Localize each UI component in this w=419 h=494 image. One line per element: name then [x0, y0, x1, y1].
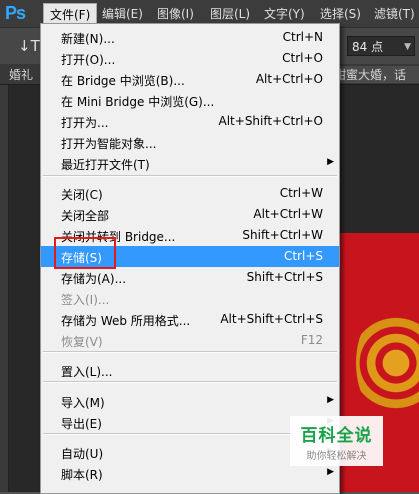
chevron-down-icon: ▼ [404, 42, 411, 52]
menu-item-shortcut: Shift+Ctrl+S [246, 270, 323, 284]
menu-item-label: 自动(U) [61, 447, 104, 461]
menu-item-shortcut: F12 [300, 333, 323, 347]
menu-item-shortcut: Alt+Shift+Ctrl+S [220, 312, 323, 326]
menu-item-label: 打开为智能对象... [61, 137, 157, 151]
menu-item-label: 导入(M) [61, 396, 105, 410]
watermark: 百科全说 助你轻松解决 [290, 416, 383, 466]
font-size-select[interactable]: 84 点 ▼ [347, 36, 415, 56]
menu-item-label: 打开为... [61, 116, 109, 130]
menu-layer[interactable]: 图层(L) [210, 5, 250, 22]
menu-item[interactable]: 在 Bridge 中浏览(B)... Alt+Ctrl+O [41, 69, 339, 90]
menu-item-shortcut: Ctrl+W [279, 186, 323, 200]
document-tab-left[interactable]: 婚礼 [9, 66, 33, 83]
photoshop-logo: Ps [5, 3, 26, 23]
menu-item-label: 存储为 Web 所用格式... [61, 314, 191, 328]
menu-item[interactable]: 导入(M) ▶ [41, 391, 339, 412]
submenu-arrow-icon: ▶ [327, 395, 334, 405]
papercut-ornament [356, 303, 419, 423]
menu-item-shortcut: Alt+Shift+Ctrl+O [218, 114, 323, 128]
menu-item-shortcut: Alt+Ctrl+O [255, 72, 323, 86]
menu-item[interactable]: 打开为... Alt+Shift+Ctrl+O [41, 111, 339, 132]
menu-item-shortcut: Ctrl+N [282, 30, 323, 44]
menu-item-label: 打开(O)... [61, 53, 116, 67]
document-tab-active[interactable]: 甜蜜大婚，话 [330, 66, 419, 83]
menu-item-label: 签入(I)... [61, 293, 110, 307]
menu-item[interactable]: 打开(O)... Ctrl+O [41, 48, 339, 69]
menu-item[interactable]: 存储为(A)... Shift+Ctrl+S [41, 267, 339, 288]
menu-filter[interactable]: 滤镜(T) [374, 5, 415, 22]
watermark-title: 百科全说 [300, 426, 373, 446]
watermark-subtitle: 助你轻松解决 [306, 451, 367, 462]
menu-item[interactable]: 脚本(R) ▶ [41, 463, 339, 484]
menu-item[interactable]: 新建(N)... Ctrl+N [41, 27, 339, 48]
menu-item-shortcut: Alt+Ctrl+W [253, 207, 323, 221]
menu-type[interactable]: 文字(Y) [264, 5, 305, 22]
menu-item[interactable]: 存储为 Web 所用格式... Alt+Shift+Ctrl+S [41, 309, 339, 330]
menu-separator [43, 351, 337, 353]
menu-item: 签入(I)... [41, 288, 339, 309]
menu-separator [43, 381, 337, 383]
vertical-ruler [0, 85, 9, 492]
menu-item[interactable]: 最近打开文件(T) ▶ [41, 153, 339, 174]
menu-select[interactable]: 选择(S) [320, 5, 361, 22]
text-orientation-icon[interactable]: ↓T [18, 37, 40, 55]
menu-item[interactable]: 打开为智能对象... [41, 132, 339, 153]
menu-item-label: 导出(E) [61, 417, 102, 431]
menu-item-shortcut: Ctrl+O [282, 51, 323, 65]
menu-item-shortcut: Ctrl+S [283, 249, 323, 263]
menu-item-label: 关闭(C) [61, 188, 103, 202]
menu-item[interactable]: 置入(L)... [41, 360, 339, 381]
submenu-arrow-icon: ▶ [327, 467, 334, 477]
menu-edit[interactable]: 编辑(E) [102, 5, 143, 22]
menu-item-label: 在 Bridge 中浏览(B)... [61, 74, 185, 88]
menu-item-label: 存储为(A)... [61, 272, 127, 286]
annotation-highlight-box [54, 237, 116, 269]
menu-item-label: 恢复(V) [61, 335, 103, 349]
menu-item-label: 关闭全部 [61, 209, 110, 223]
menu-item[interactable]: 关闭全部 Alt+Ctrl+W [41, 204, 339, 225]
menu-separator [43, 175, 337, 177]
menu-item[interactable]: 关闭(C) Ctrl+W [41, 183, 339, 204]
submenu-arrow-icon: ▶ [327, 157, 334, 167]
menu-item: 恢复(V) F12 [41, 330, 339, 351]
menu-item-label: 新建(N)... [61, 32, 115, 46]
menu-item-label: 最近打开文件(T) [61, 158, 150, 172]
menu-image[interactable]: 图像(I) [157, 5, 194, 22]
menu-item-label: 在 Mini Bridge 中浏览(G)... [61, 95, 215, 109]
menu-item-label: 脚本(R) [61, 468, 103, 482]
menu-item-shortcut: Shift+Ctrl+W [242, 228, 323, 242]
menu-item-label: 置入(L)... [61, 365, 113, 379]
menu-item[interactable]: 在 Mini Bridge 中浏览(G)... [41, 90, 339, 111]
font-size-value: 84 点 [352, 40, 384, 54]
